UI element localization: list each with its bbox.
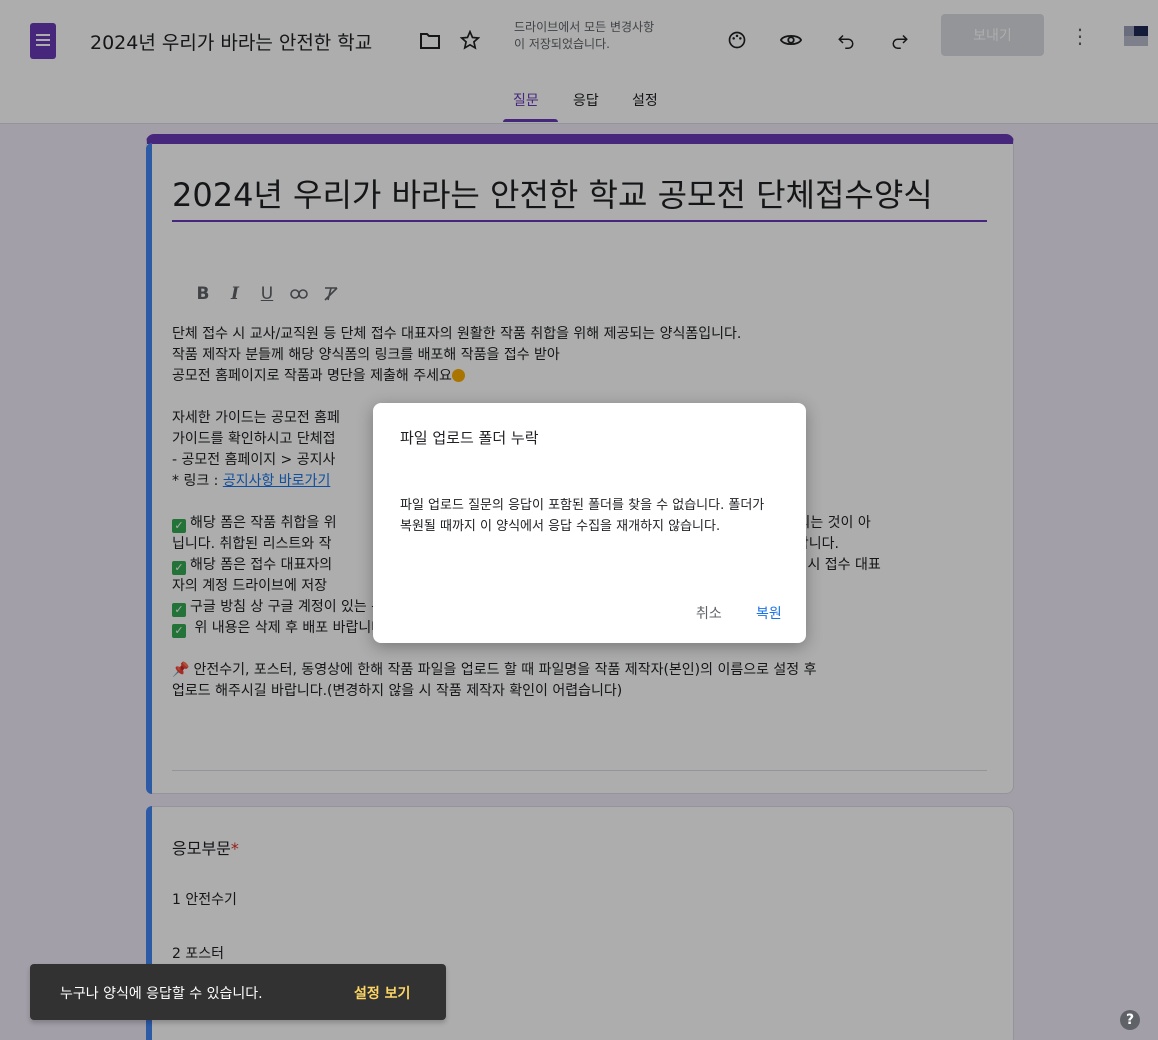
help-icon[interactable]: ?: [1120, 1010, 1140, 1030]
snackbar-message: 누구나 양식에 응답할 수 있습니다.: [60, 986, 263, 1002]
cancel-button[interactable]: 취소: [696, 603, 722, 623]
dialog-body: 파일 업로드 질문의 응답이 포함된 폴더를 찾을 수 없습니다. 폴더가 복원…: [400, 498, 765, 534]
dialog-title: 파일 업로드 폴더 누락: [400, 429, 539, 447]
missing-folder-dialog: 파일 업로드 폴더 누락 파일 업로드 질문의 응답이 포함된 폴더를 찾을 수…: [373, 403, 806, 643]
view-settings-button[interactable]: 설정 보기: [354, 983, 410, 1003]
snackbar: 누구나 양식에 응답할 수 있습니다. 설정 보기: [30, 964, 446, 1020]
restore-button[interactable]: 복원: [756, 603, 782, 623]
